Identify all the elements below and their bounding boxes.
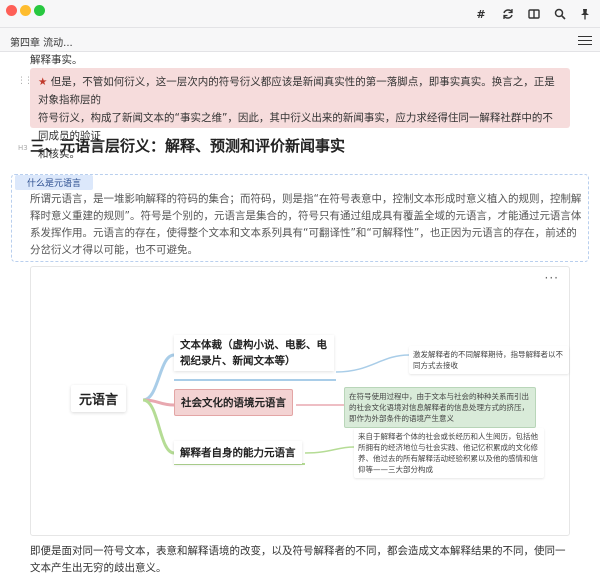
mindmap-branch[interactable]: 社会文化的语境元语言 — [174, 389, 293, 416]
maximize-window-button[interactable] — [34, 5, 45, 16]
layout-icon[interactable] — [525, 5, 543, 23]
mindmap-leaf[interactable]: 在符号使用过程中，由于文本与社会的种种关系而引出的社会文化语境对信息解释者的信息… — [344, 387, 536, 428]
search-icon[interactable] — [551, 5, 569, 23]
branch-connector — [142, 398, 175, 455]
drag-handle-icon[interactable]: ⋮⋮ — [17, 76, 33, 86]
branch-connector — [142, 353, 175, 402]
hash-icon[interactable]: # — [472, 5, 490, 23]
breadcrumb-bar: 第四章 流动... — [0, 28, 600, 52]
mindmap-card[interactable]: ··· 元语言 文本体裁（虚构小说、电影、电视纪录片、新闻文本等） 社会文化的语… — [30, 266, 570, 536]
callout-block: ★ 但是，不管如何衍义，这一层次内的符号衍义都应该是新闻真实性的第一落脚点，即事… — [30, 68, 570, 160]
mindmap-branch[interactable]: 文本体裁（虚构小说、电影、电视纪录片、新闻文本等） — [174, 335, 334, 371]
close-window-button[interactable] — [6, 5, 17, 16]
pin-icon[interactable] — [576, 5, 594, 23]
concept-block: 什么是元语言 所谓元语言，是一堆影响解释的符码的集合；而符码，则是指“在符号表意… — [11, 174, 589, 262]
minimize-window-button[interactable] — [20, 5, 31, 16]
breadcrumb[interactable]: 第四章 流动... — [10, 34, 73, 49]
concept-text: 所谓元语言，是一堆影响解释的符码的集合；而符码，则是指“在符号表意中，控制文本形… — [30, 193, 582, 256]
mindmap-leaf[interactable]: 激发解释者的不同解释期待，指导解释者以不同方式去接收 — [409, 346, 569, 374]
leaf-connector — [335, 354, 410, 373]
leaf-connector — [304, 446, 355, 454]
paragraph: 即便是面对同一符号文本，表意和解释语境的改变，以及符号解释者的不同，都会造成文本… — [30, 545, 566, 574]
section-heading: 三、元语言层衍义：解释、预测和评价新闻事实 — [30, 137, 346, 155]
hamburger-menu-icon[interactable] — [578, 33, 592, 47]
mindmap-branch[interactable]: 解释者自身的能力元语言 — [174, 441, 302, 464]
document-body: 解释事实。 ⋮⋮ ★ 但是，不管如何衍义，这一层次内的符号衍义都应该是新闻真实性… — [0, 52, 600, 579]
star-icon: ★ — [38, 76, 48, 88]
concept-tag: 什么是元语言 — [15, 175, 94, 190]
mindmap-root[interactable]: 元语言 — [71, 385, 127, 412]
mindmap-leaf[interactable]: 来自于解释者个体的社会或长经历和人生阅历，包括他所拥有的经济地位与社会实践、他记… — [354, 428, 544, 478]
title-bar: # — [0, 0, 600, 28]
paragraph-fragment: 解释事实。 — [30, 54, 83, 66]
heading-level-marker: H3 — [18, 144, 28, 152]
callout-line: 但是，不管如何衍义，这一层次内的符号衍义都应该是新闻真实性的第一落脚点，即事实真… — [38, 76, 555, 106]
sync-icon[interactable] — [499, 5, 517, 23]
